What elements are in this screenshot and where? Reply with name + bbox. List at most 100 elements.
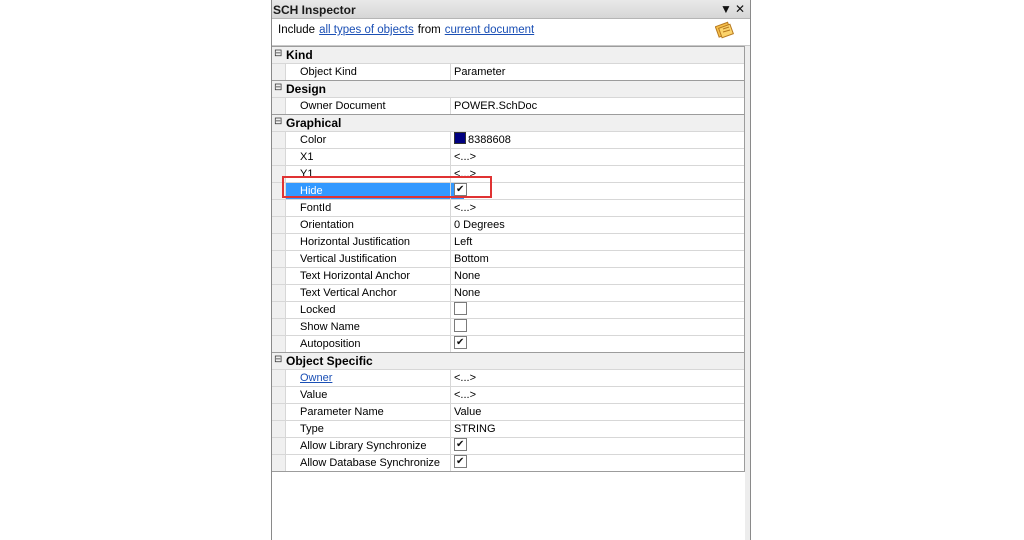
- property-value-text: <...>: [454, 168, 477, 180]
- color-swatch[interactable]: [454, 132, 466, 144]
- property-name: Object Kind: [300, 66, 357, 78]
- property-row-allow-database-synchronize[interactable]: Allow Database Synchronize: [272, 454, 744, 471]
- checkbox-unchecked[interactable]: [454, 302, 467, 315]
- panel-titlebar: SCH Inspector ▼ ✕: [272, 0, 750, 19]
- property-value[interactable]: STRING: [450, 421, 748, 437]
- property-value[interactable]: <...>: [450, 149, 748, 165]
- property-row-autoposition[interactable]: Autoposition: [272, 335, 744, 352]
- category-label: Graphical: [286, 116, 342, 130]
- property-value[interactable]: Bottom: [450, 251, 748, 267]
- property-value-text: STRING: [454, 423, 496, 435]
- category-label: Kind: [286, 48, 313, 62]
- object-filter-link[interactable]: all types of objects: [319, 24, 414, 36]
- property-name[interactable]: Owner: [286, 370, 464, 386]
- property-row-locked[interactable]: Locked: [272, 301, 744, 318]
- property-row-object-kind[interactable]: Object Kind Parameter: [272, 63, 744, 80]
- property-value[interactable]: [450, 437, 748, 454]
- property-row-horizontal-justification[interactable]: Horizontal Justification Left: [272, 233, 744, 250]
- property-value[interactable]: None: [450, 268, 748, 284]
- checkbox-unchecked[interactable]: [454, 319, 467, 332]
- property-value[interactable]: 0 Degrees: [450, 217, 748, 233]
- property-name: Orientation: [300, 219, 354, 231]
- property-name: Hide: [286, 183, 464, 199]
- property-value-text: Bottom: [454, 253, 489, 265]
- property-value[interactable]: <...>: [450, 387, 748, 403]
- collapse-toggle-icon[interactable]: ⊟: [274, 354, 283, 366]
- property-value[interactable]: Value: [450, 404, 748, 420]
- property-value[interactable]: 8388608: [450, 132, 748, 148]
- row-gutter: [272, 149, 286, 165]
- property-value-text: None: [454, 287, 481, 299]
- property-row-show-name[interactable]: Show Name: [272, 318, 744, 335]
- property-row-parameter-name[interactable]: Parameter Name Value: [272, 403, 744, 420]
- collapse-toggle-icon[interactable]: ⊟: [274, 48, 283, 60]
- property-row-text-horizontal-anchor[interactable]: Text Horizontal Anchor None: [272, 267, 744, 284]
- checkbox-checked[interactable]: [454, 182, 467, 198]
- row-gutter: [272, 166, 286, 182]
- property-row-color[interactable]: Color 8388608: [272, 131, 744, 148]
- category-design[interactable]: ⊟ Design: [272, 80, 744, 97]
- row-gutter: [272, 251, 286, 267]
- property-row-text-vertical-anchor[interactable]: Text Vertical Anchor None: [272, 284, 744, 301]
- property-name: Vertical Justification: [300, 253, 397, 265]
- property-row-allow-library-synchronize[interactable]: Allow Library Synchronize: [272, 437, 744, 454]
- property-value[interactable]: Left: [450, 234, 748, 250]
- property-value[interactable]: POWER.SchDoc: [450, 98, 748, 114]
- property-row-value[interactable]: Value <...>: [272, 386, 744, 403]
- property-name: Type: [300, 423, 324, 435]
- property-row-owner[interactable]: Owner <...>: [272, 369, 744, 386]
- property-row-y1[interactable]: Y1 <...>: [272, 165, 744, 182]
- property-row-owner-document[interactable]: Owner Document POWER.SchDoc: [272, 97, 744, 114]
- property-name: Value: [300, 389, 328, 401]
- property-value-text: Left: [454, 236, 473, 248]
- collapse-toggle-icon[interactable]: ⊟: [274, 116, 283, 128]
- dropdown-arrow-icon[interactable]: ▼: [720, 2, 732, 16]
- checkbox-checked[interactable]: [454, 335, 467, 351]
- scope-link[interactable]: current document: [445, 24, 535, 36]
- row-gutter: [272, 421, 286, 437]
- row-gutter: [272, 64, 286, 80]
- property-value[interactable]: [450, 454, 748, 471]
- category-kind[interactable]: ⊟ Kind: [272, 46, 744, 63]
- property-row-hide[interactable]: Hide: [272, 182, 744, 199]
- property-name: Show Name: [300, 321, 360, 333]
- row-gutter: [272, 268, 286, 284]
- property-value-text: <...>: [454, 372, 477, 384]
- property-value[interactable]: <...>: [450, 370, 748, 386]
- property-value[interactable]: None: [450, 285, 748, 301]
- property-value[interactable]: <...>: [450, 166, 748, 182]
- property-value[interactable]: [450, 319, 748, 335]
- checkbox-checked[interactable]: [454, 454, 467, 470]
- property-row-fontid[interactable]: FontId <...>: [272, 199, 744, 216]
- filter-icon[interactable]: [715, 20, 735, 40]
- property-row-orientation[interactable]: Orientation 0 Degrees: [272, 216, 744, 233]
- row-gutter: [272, 98, 286, 114]
- close-icon[interactable]: ✕: [735, 2, 745, 16]
- property-row-x1[interactable]: X1 <...>: [272, 148, 744, 165]
- collapse-toggle-icon[interactable]: ⊟: [274, 82, 283, 94]
- property-row-vertical-justification[interactable]: Vertical Justification Bottom: [272, 250, 744, 267]
- row-gutter: [272, 455, 286, 471]
- property-value-text: <...>: [454, 202, 477, 214]
- property-row-type[interactable]: Type STRING: [272, 420, 744, 437]
- grid-bottom-border: [272, 471, 744, 472]
- category-label: Object Specific: [286, 354, 373, 368]
- property-name: FontId: [300, 202, 332, 214]
- property-name: Owner Document: [300, 100, 386, 112]
- category-graphical[interactable]: ⊟ Graphical: [272, 114, 744, 131]
- row-gutter: [272, 302, 286, 318]
- row-gutter: [272, 370, 286, 386]
- category-object-specific[interactable]: ⊟ Object Specific: [272, 352, 744, 369]
- panel-edge-strip: [745, 46, 750, 540]
- property-value-text: POWER.SchDoc: [454, 100, 538, 112]
- row-gutter: [272, 438, 286, 454]
- property-value[interactable]: [450, 335, 748, 352]
- property-value[interactable]: <...>: [450, 200, 748, 216]
- property-name: Text Vertical Anchor: [300, 287, 397, 299]
- property-value[interactable]: Parameter: [450, 64, 748, 80]
- property-value-text: Parameter: [454, 66, 506, 78]
- property-value[interactable]: [450, 302, 748, 318]
- property-value-text: Value: [454, 406, 482, 418]
- property-value[interactable]: [450, 182, 748, 199]
- checkbox-checked[interactable]: [454, 437, 467, 453]
